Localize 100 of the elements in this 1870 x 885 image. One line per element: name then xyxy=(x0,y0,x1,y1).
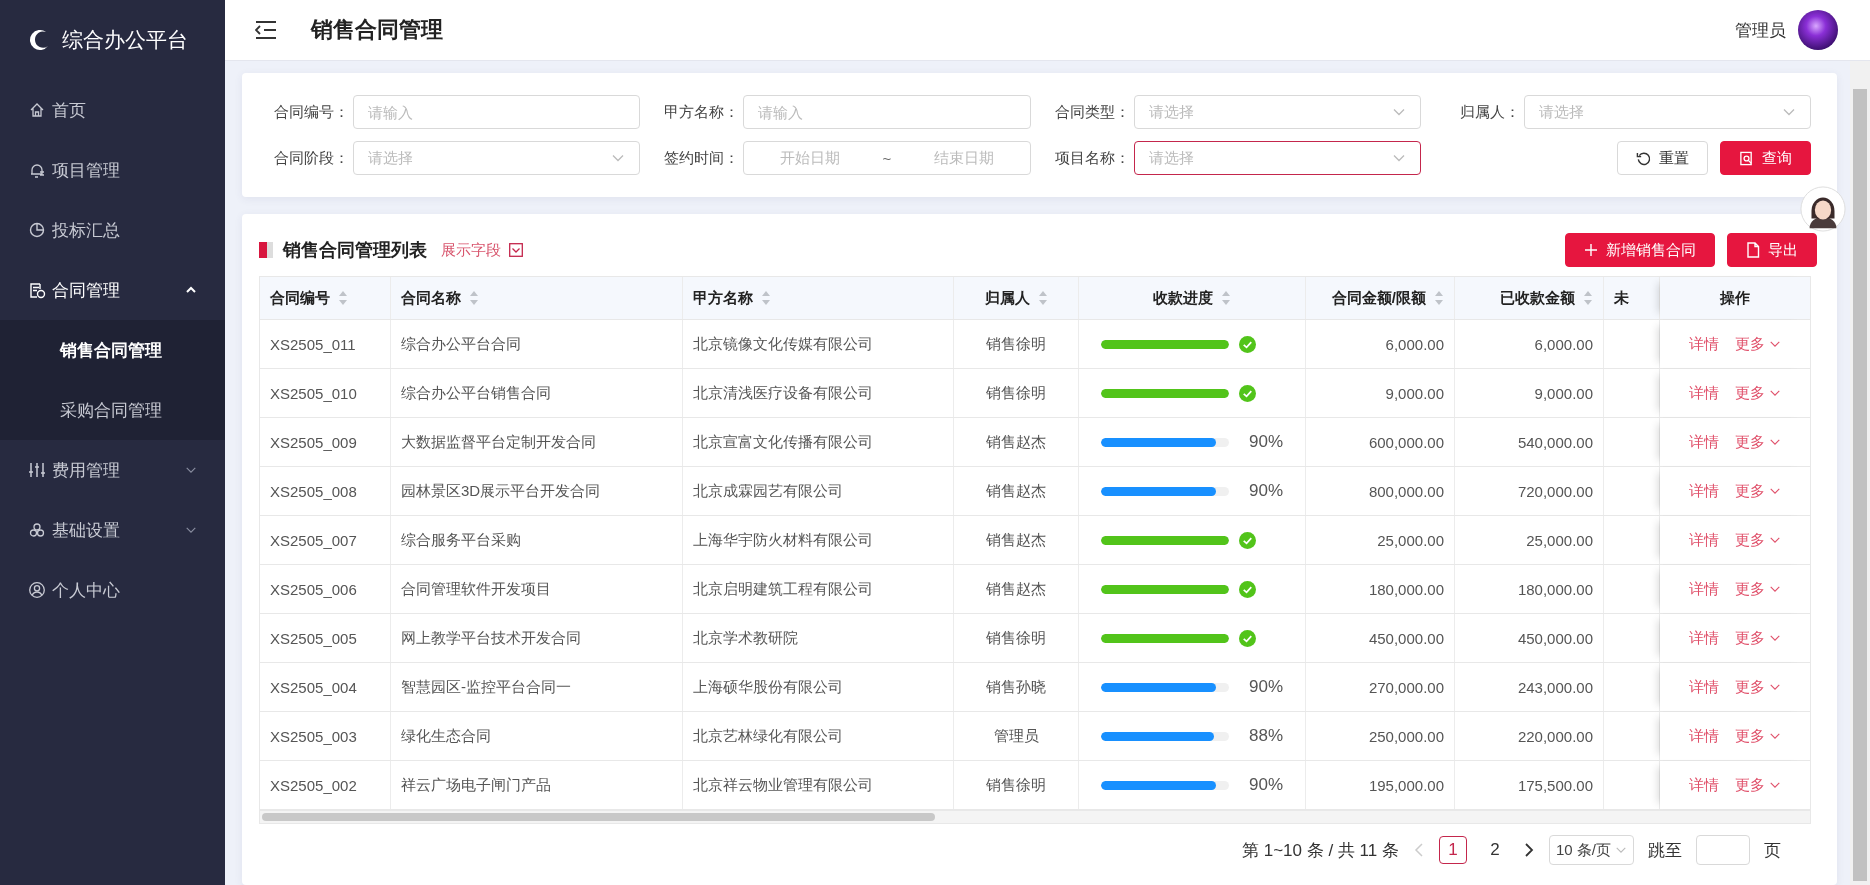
avatar-icon[interactable] xyxy=(1798,10,1838,50)
page-title: 销售合同管理 xyxy=(311,16,444,44)
page-size-select[interactable]: 10 条/页 xyxy=(1548,835,1634,865)
check-circle-icon xyxy=(1239,629,1256,647)
detail-link[interactable]: 详情 xyxy=(1689,432,1719,452)
table-cell: 25,000.00 xyxy=(1306,516,1455,564)
more-link[interactable]: 更多 xyxy=(1735,334,1781,354)
menu-item[interactable]: 基础设置 xyxy=(0,500,225,560)
detail-link[interactable]: 详情 xyxy=(1689,628,1719,648)
table-cell: 220,000.00 xyxy=(1455,712,1604,760)
column-header[interactable]: 合同名称 xyxy=(391,277,683,319)
table-cell: XS2505_003 xyxy=(260,712,391,760)
detail-link[interactable]: 详情 xyxy=(1689,481,1719,501)
table-cell: 540,000.00 xyxy=(1455,418,1604,466)
input-field[interactable]: 请输入 xyxy=(353,95,641,129)
table-cell: 9,000.00 xyxy=(1455,369,1604,417)
vertical-scrollbar[interactable] xyxy=(1850,61,1870,885)
table-cell: 智慧园区-监控平台合同一 xyxy=(391,663,683,711)
more-link[interactable]: 更多 xyxy=(1735,726,1781,746)
column-header[interactable]: 已收款金额 xyxy=(1455,277,1604,319)
add-button[interactable]: 新增销售合同 xyxy=(1565,233,1715,267)
table-cell: 销售赵杰 xyxy=(954,565,1079,613)
detail-link[interactable]: 详情 xyxy=(1689,726,1719,746)
more-link[interactable]: 更多 xyxy=(1735,432,1781,452)
field-toggle[interactable]: 展示字段 xyxy=(441,240,523,260)
sort-icon[interactable] xyxy=(1434,290,1444,306)
table-cell: XS2505_006 xyxy=(260,565,391,613)
table-cell: 180,000.00 xyxy=(1306,565,1455,613)
refresh-icon xyxy=(1636,150,1651,166)
table-cell: 合同管理软件开发项目 xyxy=(391,565,683,613)
export-button[interactable]: 导出 xyxy=(1727,233,1817,267)
table-cell: 上海硕华股份有限公司 xyxy=(683,663,954,711)
page-number[interactable]: 2 xyxy=(1480,836,1509,864)
column-header[interactable]: 收款进度 xyxy=(1079,277,1306,319)
search-button[interactable]: 查询 xyxy=(1720,141,1811,175)
detail-link[interactable]: 详情 xyxy=(1689,530,1719,550)
sort-icon[interactable] xyxy=(469,290,479,306)
table-cell: XS2505_005 xyxy=(260,614,391,662)
detail-link[interactable]: 详情 xyxy=(1689,334,1719,354)
progress-percent: 90% xyxy=(1249,775,1284,795)
table-cell: 9,000.00 xyxy=(1306,369,1455,417)
sort-icon[interactable] xyxy=(761,290,771,306)
input-field[interactable]: 请输入 xyxy=(743,95,1031,129)
table-cell: 销售徐明 xyxy=(954,761,1079,809)
sort-icon[interactable] xyxy=(1583,290,1593,306)
more-link[interactable]: 更多 xyxy=(1735,628,1781,648)
jump-label: 跳至 xyxy=(1648,839,1682,862)
more-link[interactable]: 更多 xyxy=(1735,579,1781,599)
menu-item[interactable]: 费用管理 xyxy=(0,440,225,500)
column-header[interactable]: 合同金额/限额 xyxy=(1306,277,1455,319)
table-cell: 北京镜像文化传媒有限公司 xyxy=(683,320,954,368)
user-icon xyxy=(28,581,46,599)
menu-item[interactable]: 项目管理 xyxy=(0,140,225,200)
table-cell: 综合办公平台合同 xyxy=(391,320,683,368)
table-cell: 销售徐明 xyxy=(954,369,1079,417)
detail-link[interactable]: 详情 xyxy=(1689,775,1719,795)
menu-fold-icon[interactable] xyxy=(255,21,277,39)
table-cell: XS2505_010 xyxy=(260,369,391,417)
table-cell: 175,500.00 xyxy=(1455,761,1604,809)
user-name[interactable]: 管理员 xyxy=(1735,18,1786,42)
reset-button[interactable]: 重置 xyxy=(1617,141,1708,175)
field-label: 合同编号： xyxy=(273,102,350,122)
search-icon xyxy=(1739,150,1754,166)
table-cell: 管理员 xyxy=(954,712,1079,760)
column-header[interactable]: 归属人 xyxy=(954,277,1079,319)
column-header[interactable]: 合同编号 xyxy=(260,277,391,319)
sort-icon[interactable] xyxy=(1037,290,1048,306)
table-cell: 祥云广场电子闸门产品 xyxy=(391,761,683,809)
detail-link[interactable]: 详情 xyxy=(1689,383,1719,403)
menu-item[interactable]: 投标汇总 xyxy=(0,200,225,260)
more-link[interactable]: 更多 xyxy=(1735,481,1781,501)
date-range-field[interactable]: 开始日期 ~ 结束日期 xyxy=(743,141,1031,175)
sort-icon[interactable] xyxy=(1221,290,1231,306)
detail-link[interactable]: 详情 xyxy=(1689,677,1719,697)
page-summary: 第 1~10 条 / 共 11 条 xyxy=(1241,839,1399,862)
detail-link[interactable]: 详情 xyxy=(1689,579,1719,599)
more-link[interactable]: 更多 xyxy=(1735,530,1781,550)
more-link[interactable]: 更多 xyxy=(1735,383,1781,403)
menu-item[interactable]: 个人中心 xyxy=(0,560,225,620)
more-link[interactable]: 更多 xyxy=(1735,677,1781,697)
field-label: 签约时间： xyxy=(663,148,741,168)
more-link[interactable]: 更多 xyxy=(1735,775,1781,795)
sort-icon[interactable] xyxy=(338,290,348,306)
next-page-icon[interactable] xyxy=(1522,842,1535,858)
column-header[interactable]: 甲方名称 xyxy=(683,277,954,319)
submenu-item[interactable]: 销售合同管理 xyxy=(0,320,225,380)
table-cell: 270,000.00 xyxy=(1306,663,1455,711)
menu-item[interactable]: 首页 xyxy=(0,80,225,140)
table-cell: 6,000.00 xyxy=(1306,320,1455,368)
assistant-avatar-icon[interactable] xyxy=(1800,186,1846,232)
page-number[interactable]: 1 xyxy=(1438,836,1467,864)
progress-percent: 90% xyxy=(1249,432,1284,452)
table-cell: 北京成霖园艺有限公司 xyxy=(683,467,954,515)
submenu-item[interactable]: 采购合同管理 xyxy=(0,380,225,440)
table-cell: 180,000.00 xyxy=(1455,565,1604,613)
check-circle-icon xyxy=(1239,580,1256,598)
field-label: 甲方名称： xyxy=(663,102,741,122)
horizontal-scrollbar[interactable] xyxy=(259,811,1811,824)
menu-item[interactable]: 合同管理 xyxy=(0,260,225,320)
page-jump-field[interactable] xyxy=(1696,835,1750,865)
